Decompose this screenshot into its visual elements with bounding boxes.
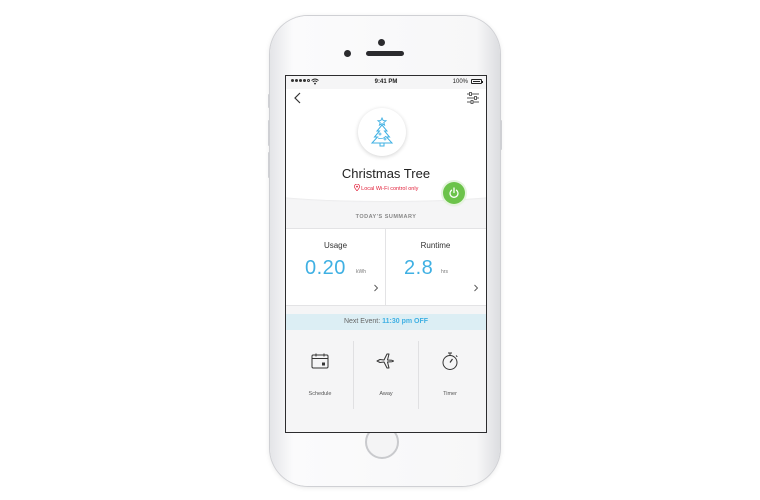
chevron-right-icon: [474, 284, 479, 292]
battery-percent: 100%: [452, 79, 468, 85]
status-bar: 9:41 PM 100%: [286, 76, 486, 89]
battery-icon: [471, 79, 483, 84]
usage-unit: kWh: [356, 269, 366, 275]
runtime-unit: hrs: [441, 269, 448, 275]
away-button[interactable]: Away: [353, 341, 419, 409]
next-event-label: Next Event:: [343, 318, 381, 325]
schedule-label: Schedule: [308, 391, 332, 397]
sliders-icon[interactable]: [466, 91, 480, 105]
timer-label: Timer: [443, 391, 457, 397]
usage-stat[interactable]: Usage 0.20 kWh: [286, 229, 386, 305]
runtime-label: Runtime: [420, 241, 451, 250]
volume-up-button: [268, 120, 270, 146]
chevron-right-icon: [374, 284, 379, 292]
volume-down-button: [268, 152, 270, 178]
schedule-button[interactable]: Schedule: [288, 341, 352, 409]
usage-label: Usage: [323, 241, 348, 250]
proximity-sensor: [344, 50, 351, 57]
away-label: Away: [379, 391, 393, 397]
power-toggle-button[interactable]: [443, 182, 465, 204]
runtime-value: 2.8: [404, 257, 434, 279]
summary-card: Usage 0.20 kWh Runtime 2.8 hrs: [286, 228, 486, 306]
power-icon: [449, 187, 459, 198]
calendar-icon: [311, 353, 329, 369]
device-avatar: [358, 108, 406, 156]
power-side-button: [500, 120, 502, 150]
app-screen: 9:41 PM 100% Christmas Tree Local Wi-Fi …: [285, 75, 487, 433]
mute-switch: [268, 94, 270, 108]
device-name: Christmas Tree: [341, 166, 431, 181]
action-row: Schedule Away Timer: [286, 341, 486, 417]
phone-frame: 9:41 PM 100% Christmas Tree Local Wi-Fi …: [268, 16, 502, 486]
summary-heading: TODAY'S SUMMARY: [355, 214, 417, 220]
airplane-icon: [376, 353, 394, 369]
usage-value: 0.20: [305, 257, 346, 279]
christmas-tree-icon: [370, 117, 394, 147]
stopwatch-icon: [442, 352, 458, 370]
timer-button[interactable]: Timer: [418, 341, 482, 409]
location-pin-icon: [353, 183, 360, 192]
front-camera: [378, 39, 385, 46]
local-control-text: Local Wi-Fi control only: [361, 186, 419, 192]
next-event-time: 11:30 pm OFF: [382, 318, 429, 325]
runtime-stat[interactable]: Runtime 2.8 hrs: [386, 229, 485, 305]
chevron-left-icon[interactable]: [290, 90, 306, 106]
next-event-banner[interactable]: Next Event: 11:30 pm OFF: [286, 314, 486, 330]
earpiece-speaker: [366, 51, 404, 56]
